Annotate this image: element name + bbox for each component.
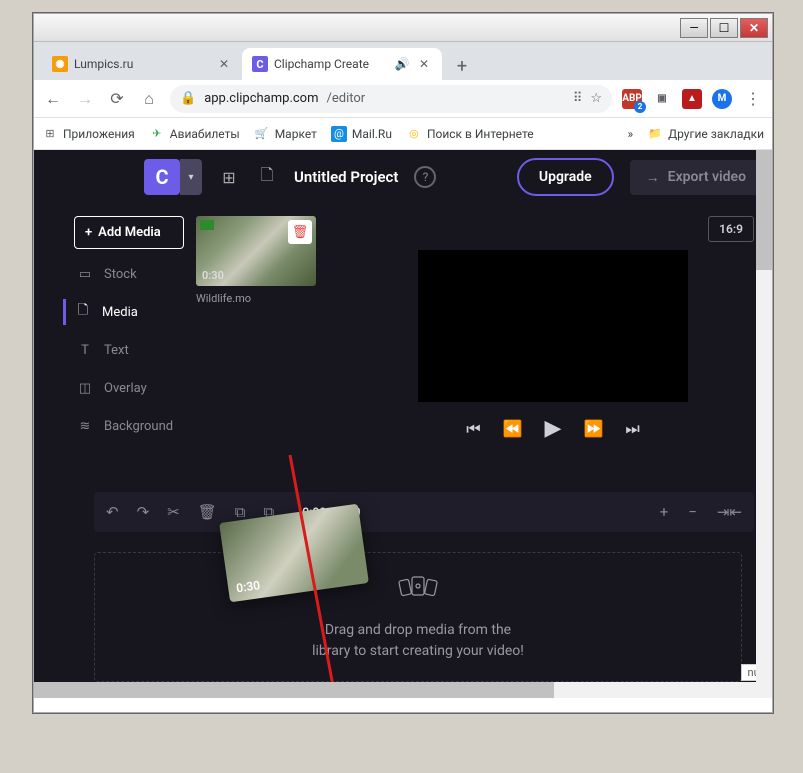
tab-close-icon[interactable]: ✕ <box>216 56 232 72</box>
tab-lumpics[interactable]: ✺ Lumpics.ru ✕ <box>42 48 242 80</box>
tab-favicon-icon: C <box>252 56 268 72</box>
copy-button[interactable]: ⧉ <box>235 503 246 521</box>
sidebar-item-stock[interactable]: ▭ Stock <box>74 261 184 287</box>
bookmark-market[interactable]: 🛒 Маркет <box>254 126 317 142</box>
bookmarks-bar: ⊞ Приложения ✈ Авиабилеты 🛒 Маркет @ Mai… <box>34 118 772 150</box>
export-button[interactable]: → Export video <box>630 160 762 195</box>
lock-icon: 🔒 <box>180 91 196 106</box>
drop-placeholder-icon <box>396 573 440 610</box>
skip-start-button[interactable]: ⏮ <box>466 419 480 439</box>
forward-button[interactable]: → <box>74 88 96 110</box>
fast-forward-button[interactable]: ⏩ <box>583 419 603 438</box>
stock-icon: ▭ <box>76 265 94 283</box>
address-bar-row: ← → ⟳ ⌂ 🔒 app.clipchamp.com/editor ⠿ ☆ A… <box>34 80 772 118</box>
fit-timeline-button[interactable]: ⇥⇤ <box>717 503 742 521</box>
sidebar: + Add Media ▭ Stock 🗋 Media T Text <box>74 216 184 484</box>
app-logo[interactable]: C <box>144 159 180 195</box>
upgrade-button[interactable]: Upgrade <box>517 158 614 196</box>
new-tab-button[interactable]: + <box>448 52 476 80</box>
preview-canvas[interactable] <box>418 250 688 402</box>
clip-filename: Wildlife.mo <box>196 292 316 305</box>
overlay-icon: ◫ <box>76 379 94 397</box>
vertical-scrollbar[interactable] <box>756 150 772 698</box>
clip-duration: 0:30 <box>202 269 224 282</box>
browser-menu-icon[interactable]: ⋮ <box>742 88 764 110</box>
bookmark-mail[interactable]: @ Mail.Ru <box>331 126 392 142</box>
rewind-button[interactable]: ⏪ <box>503 419 523 438</box>
sidebar-item-media[interactable]: 🗋 Media <box>63 299 184 325</box>
zoom-in-button[interactable]: + <box>660 503 669 521</box>
add-media-button[interactable]: + Add Media <box>74 216 184 249</box>
app-clipchamp: C ▾ ⊞ 🗋 Untitled Project ? Upgrade → Exp… <box>34 150 772 698</box>
sidebar-item-overlay[interactable]: ◫ Overlay <box>74 375 184 401</box>
play-button[interactable]: ▶ <box>545 416 562 441</box>
url-host: app.clipchamp.com <box>204 91 318 106</box>
project-title[interactable]: Untitled Project <box>294 168 398 186</box>
translate-icon[interactable]: ⠿ <box>573 91 583 106</box>
window-minimize-button[interactable]: — <box>680 18 708 38</box>
undo-button[interactable]: ↶ <box>106 503 119 521</box>
sidebar-item-text[interactable]: T Text <box>74 337 184 363</box>
reload-button[interactable]: ⟳ <box>106 88 128 110</box>
tab-title: Clipchamp Create <box>274 57 388 71</box>
bookmark-avia[interactable]: ✈ Авиабилеты <box>149 126 240 142</box>
playback-controls: ⏮ ⏪ ▶ ⏩ ⏭ <box>352 416 754 441</box>
skip-end-button[interactable]: ⏭ <box>625 419 639 439</box>
media-clip-thumbnail[interactable]: 🗑 0:30 Wildlife.mo <box>196 216 316 484</box>
window-maximize-button[interactable]: ☐ <box>710 18 738 38</box>
background-icon: ≋ <box>76 417 94 435</box>
timeline-drop-zone[interactable]: Drag and drop media from the library to … <box>94 552 742 682</box>
cut-button[interactable]: ✂ <box>167 503 180 521</box>
bookmark-star-icon[interactable]: ☆ <box>590 91 602 106</box>
extension-badge: 2 <box>634 101 646 113</box>
bookmark-apps[interactable]: ⊞ Приложения <box>42 126 135 142</box>
back-button[interactable]: ← <box>42 88 64 110</box>
drop-zone-text: Drag and drop media from the library to … <box>312 620 524 662</box>
text-icon: T <box>76 341 94 359</box>
redo-button[interactable]: ↷ <box>137 503 150 521</box>
logo-dropdown-icon[interactable]: ▾ <box>180 159 202 195</box>
help-icon[interactable]: ? <box>414 166 436 188</box>
url-path: /editor <box>327 91 366 106</box>
window-close-button[interactable]: ✕ <box>740 18 768 38</box>
clip-badge-icon <box>200 220 214 230</box>
tab-close-icon[interactable]: ✕ <box>416 56 432 72</box>
export-arrow-icon: → <box>646 169 660 186</box>
window-titlebar: — ☐ ✕ <box>34 14 772 42</box>
media-icon: 🗋 <box>74 303 92 321</box>
profile-avatar[interactable]: M <box>712 89 732 109</box>
tab-audio-icon[interactable]: 🔊 <box>394 56 410 72</box>
bookmark-overflow[interactable]: » <box>627 127 633 141</box>
preview-panel: 16:9 ⏮ ⏪ ▶ ⏩ ⏭ <box>352 216 754 484</box>
aspect-ratio-button[interactable]: 16:9 <box>708 216 754 242</box>
horizontal-scrollbar[interactable] <box>34 682 756 698</box>
sidebar-item-background[interactable]: ≋ Background <box>74 413 184 439</box>
extension-box-icon[interactable]: ▣ <box>652 89 672 109</box>
address-bar[interactable]: 🔒 app.clipchamp.com/editor ⠿ ☆ <box>170 85 612 113</box>
extension-abp-icon[interactable]: ABP 2 <box>622 89 642 109</box>
extension-pdf-icon[interactable]: ▲ <box>682 89 702 109</box>
plus-icon: + <box>85 225 92 240</box>
tab-favicon-icon: ✺ <box>52 56 68 72</box>
file-icon[interactable]: 🗋 <box>256 166 278 188</box>
app-header: C ▾ ⊞ 🗋 Untitled Project ? Upgrade → Exp… <box>34 150 772 204</box>
bookmark-search[interactable]: ◎ Поиск в Интернете <box>406 126 534 142</box>
bookmark-other[interactable]: 📁 Другие закладки <box>647 126 764 142</box>
browser-tab-bar: ✺ Lumpics.ru ✕ C Clipchamp Create 🔊 ✕ + <box>34 42 772 80</box>
home-button[interactable]: ⌂ <box>138 88 160 110</box>
timeline-toolbar: ↶ ↷ ✂ 🗑 ⧉ ⧉ 0:00 / 0:00 + − ⇥⇤ <box>94 492 754 532</box>
zoom-out-button[interactable]: − <box>688 503 697 521</box>
delete-button[interactable]: 🗑 <box>198 503 217 521</box>
layout-icon[interactable]: ⊞ <box>218 166 240 188</box>
tab-title: Lumpics.ru <box>74 57 210 71</box>
tab-clipchamp[interactable]: C Clipchamp Create 🔊 ✕ <box>242 48 442 80</box>
delete-clip-button[interactable]: 🗑 <box>288 220 312 244</box>
